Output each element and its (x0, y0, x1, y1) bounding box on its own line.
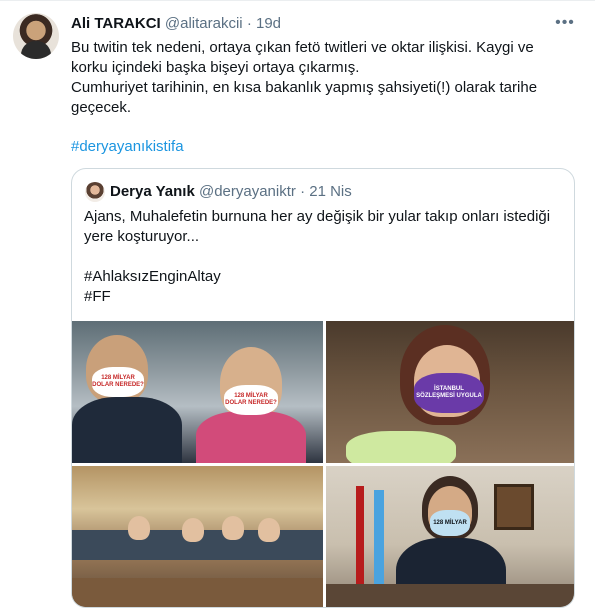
tweet[interactable]: Ali TARAKCI @alitarakcii · 19d ••• Bu tw… (0, 0, 595, 608)
quoted-separator: · (300, 183, 306, 200)
mask-text: 128 MİLYAR DOLAR NEREDE? (224, 385, 278, 415)
photo-two-people-masks[interactable]: 128 MİLYAR DOLAR NEREDE? 128 MİLYAR DOLA… (72, 321, 323, 463)
quoted-tweet[interactable]: Derya Yanık @deryayaniktr · 21 Nis Ajans… (71, 168, 575, 608)
tweet-text-line: Cumhuriyet tarihinin, en kısa bakanlık y… (71, 79, 538, 96)
header-separator: · (246, 15, 252, 32)
photo-man-office-mask[interactable]: 128 MİLYAR (326, 466, 574, 607)
quoted-hashtag-link[interactable]: #AhlaksızEnginAltay (84, 267, 564, 287)
tweet-text-line: geçecek. (71, 99, 132, 116)
quoted-tweet-text: Ajans, Muhalefetin burnuna her ay değişi… (84, 207, 564, 307)
mask-text: 128 MİLYAR DOLAR NEREDE? (92, 367, 144, 397)
mask-text: 128 MİLYAR (430, 510, 470, 536)
author-avatar[interactable] (13, 13, 59, 59)
tweet-time[interactable]: 19d (256, 15, 281, 32)
quoted-author-avatar[interactable] (85, 182, 105, 202)
quoted-hashtag-link[interactable]: #FF (84, 287, 564, 307)
quoted-author-handle[interactable]: @deryayaniktr (199, 183, 296, 200)
quoted-tweet-header: Derya Yanık @deryayaniktr · 21 Nis (110, 182, 352, 202)
author-name[interactable]: Ali TARAKCI (71, 15, 161, 32)
quoted-text-line: yere koşturuyor... (84, 228, 200, 245)
photo-woman-purple-mask[interactable]: İSTANBUL SÖZLEŞMESİ UYGULA (326, 321, 574, 463)
quoted-time[interactable]: 21 Nis (309, 183, 352, 200)
tweet-header: Ali TARAKCI @alitarakcii · 19d (71, 14, 281, 34)
tweet-text-line: korku içindeki başka bişeyi ortaya çıkar… (71, 59, 360, 76)
media-grid: 128 MİLYAR DOLAR NEREDE? 128 MİLYAR DOLA… (72, 321, 574, 607)
tweet-text: Bu twitin tek nedeni, ortaya çıkan fetö … (71, 38, 571, 118)
photo-parliament-group[interactable] (72, 466, 323, 607)
more-options-icon[interactable]: ••• (555, 13, 575, 33)
author-handle[interactable]: @alitarakcii (165, 15, 243, 32)
hashtag-link[interactable]: #deryayanıkistifa (71, 137, 184, 157)
quoted-text-line: Ajans, Muhalefetin burnuna her ay değişi… (84, 208, 551, 225)
quoted-author-name[interactable]: Derya Yanık (110, 183, 195, 200)
mask-text: İSTANBUL SÖZLEŞMESİ UYGULA (414, 373, 484, 413)
tweet-text-line: Bu twitin tek nedeni, ortaya çıkan fetö … (71, 39, 534, 56)
